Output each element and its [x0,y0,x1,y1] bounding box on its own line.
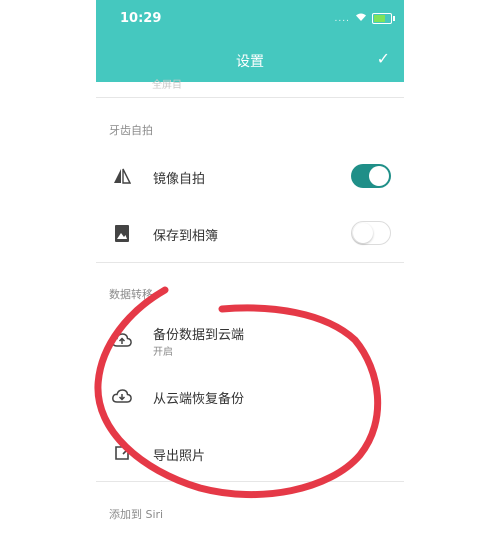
setting-row-backup-cloud[interactable]: 备份数据到云端 开启 [96,316,404,364]
section-title-siri: 添加到 Siri [109,508,164,521]
setting-row-export-photos[interactable]: 导出照片 [96,429,404,477]
cloud-upload-icon [112,330,132,350]
setting-label: 备份数据到云端 [153,328,245,343]
setting-label: 从云端恢复备份 [153,392,245,407]
mirror-icon [112,166,132,186]
phone-screen: 10:29 .... 设置 ✓ 全屏目 牙齿自拍 镜像自拍 保存到相簿 数据转移… [96,0,404,533]
toggle-knob [353,223,373,243]
clipped-row-label: 全屏目 [152,80,182,91]
setting-label: 保存到相簿 [153,229,219,244]
setting-row-mirror-selfie[interactable]: 镜像自拍 [96,152,404,200]
status-icons: .... [334,12,395,25]
photo-album-icon [112,223,132,243]
setting-row-restore-cloud[interactable]: 从云端恢复备份 [96,372,404,420]
export-icon [112,443,132,463]
divider [96,481,404,482]
page-title: 设置 [236,54,264,70]
app-header: 10:29 .... 设置 ✓ [96,0,404,82]
section-title-data-transfer: 数据转移 [109,288,153,301]
battery-fill [374,15,386,22]
section-title-selfie: 牙齿自拍 [109,124,153,137]
battery-icon [372,13,395,24]
signal-icon: .... [334,13,350,24]
toggle-knob [369,166,389,186]
setting-sublabel: 开启 [153,347,173,358]
setting-label: 镜像自拍 [153,172,206,187]
divider [96,97,404,98]
check-icon[interactable]: ✓ [377,49,390,68]
wifi-icon [355,12,367,25]
cloud-download-icon [112,386,132,406]
divider [96,262,404,263]
setting-label: 导出照片 [153,449,206,464]
mirror-selfie-toggle[interactable] [351,164,391,188]
setting-row-save-album[interactable]: 保存到相簿 [96,209,404,257]
save-album-toggle[interactable] [351,221,391,245]
status-time: 10:29 [120,11,162,26]
